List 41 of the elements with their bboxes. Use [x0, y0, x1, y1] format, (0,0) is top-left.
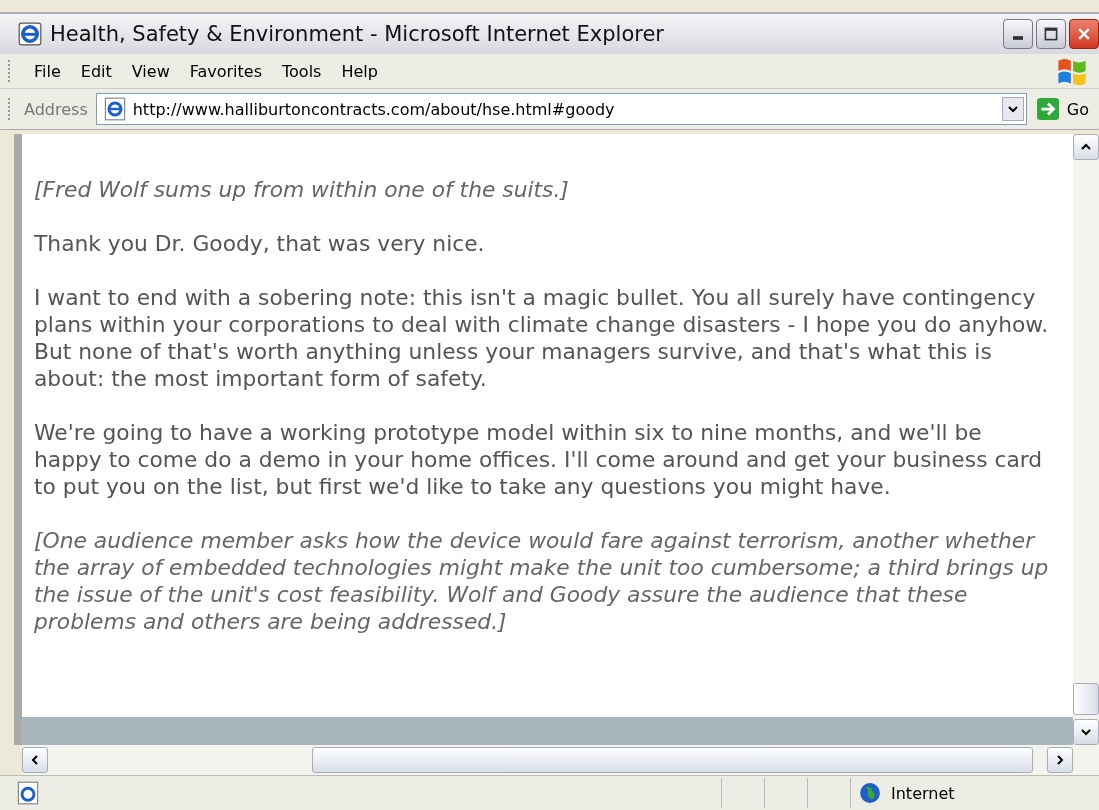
chevron-down-icon	[1007, 104, 1018, 114]
scroll-up-button[interactable]	[1073, 134, 1099, 160]
paragraph: Thank you Dr. Goody, that was very nice.	[34, 230, 486, 257]
address-field[interactable]: http://www.halliburtoncontracts.com/about/hse.html#goody	[95, 93, 1027, 125]
stage-direction: [One audience member asks how the device would fare against terrorism, another whether the array of embedded technologies might make the unit too cumbersome; a third brings up the issue of the unit's cost feasibility. Wolf and Goody assure the audience that these problems and others are being addressed.]	[34, 527, 1050, 635]
arrow-right-icon	[1036, 98, 1059, 120]
scroll-left-button[interactable]	[22, 747, 48, 773]
chevron-down-icon	[1081, 727, 1091, 737]
maximize-icon	[1043, 26, 1059, 42]
paragraph: I want to end with a sobering note: this isn't a magic bullet. You all surely have contingency plans within your corporations to deal with climate change disasters - I hope you do anyhow. But none of that's worth anything unless your managers survive, and that's what this is about: the most important form of safety.	[34, 284, 1050, 392]
scroll-thumb[interactable]	[312, 747, 1033, 773]
maximize-button[interactable]	[1036, 19, 1066, 49]
security-zone-label: Internet	[891, 783, 955, 803]
menu-item[interactable]: File	[24, 57, 71, 85]
chevron-up-icon	[1081, 142, 1091, 152]
browser-logo-icon	[18, 22, 42, 46]
close-icon	[1076, 26, 1092, 42]
window-title: Health, Safety & Environment - Microsoft Internet Explorer	[50, 22, 665, 46]
go-button[interactable]: Go	[1026, 98, 1099, 120]
scroll-right-button[interactable]	[1047, 747, 1073, 773]
menu-item[interactable]: Favorites	[179, 57, 272, 85]
menu-item[interactable]: Help	[331, 57, 388, 85]
menu-item[interactable]: View	[121, 57, 180, 85]
horizontal-scrollbar[interactable]	[22, 745, 1099, 775]
page-icon	[102, 97, 127, 121]
minimize-icon	[1013, 36, 1023, 40]
page-icon	[16, 781, 40, 805]
close-button[interactable]	[1069, 19, 1099, 49]
chevron-right-icon	[1055, 755, 1065, 765]
minimize-button[interactable]	[1003, 19, 1033, 49]
dropdown-button[interactable]	[1001, 97, 1024, 121]
address-label: Address	[24, 99, 88, 119]
paragraph: We're going to have a working prototype model within six to nine months, and we'll be happy to come do a demo in your home offices. I'll come around and get your business card to put you on the list, but first we'd like to take any questions you might have.	[34, 419, 1044, 500]
menu-item[interactable]: Tools	[272, 57, 332, 85]
scroll-thumb[interactable]	[1073, 683, 1099, 715]
menu-item[interactable]: Edit	[70, 57, 122, 85]
stage-direction: [Fred Wolf sums up from within one of the suits.]	[34, 176, 570, 203]
vertical-scrollbar[interactable]	[1073, 134, 1099, 745]
chevron-left-icon	[30, 755, 40, 765]
globe-icon	[859, 782, 881, 804]
scroll-down-button[interactable]	[1073, 719, 1099, 745]
